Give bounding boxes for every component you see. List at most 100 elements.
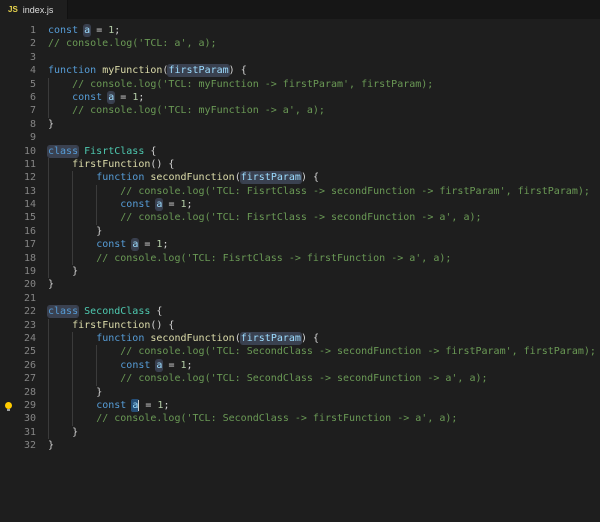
line-number[interactable]: 14 [0, 198, 36, 211]
line-number[interactable]: 4 [0, 64, 36, 77]
code-line[interactable]: 9 [0, 131, 600, 144]
line-number[interactable]: 15 [0, 211, 36, 224]
code-line[interactable]: 13 // console.log('TCL: FisrtClass -> se… [0, 185, 600, 198]
code-text: const a = 1; [36, 399, 169, 412]
code-line[interactable]: 30 // console.log('TCL: SecondClass -> f… [0, 412, 600, 425]
code-text: // console.log('TCL: FisrtClass -> secon… [36, 185, 590, 198]
indent-guide [72, 412, 96, 425]
line-number[interactable]: 13 [0, 185, 36, 198]
token: myFunction [102, 65, 163, 77]
line-number[interactable]: 27 [0, 372, 36, 385]
code-text: const a = 1; [36, 91, 144, 104]
code-line[interactable]: 24 function secondFunction(firstParam) { [0, 332, 600, 345]
code-line[interactable]: 31 } [0, 426, 600, 439]
token: class [48, 145, 79, 157]
code-line[interactable]: 28 } [0, 386, 600, 399]
line-number[interactable]: 18 [0, 252, 36, 265]
code-line[interactable]: 6 const a = 1; [0, 91, 600, 104]
token: // console.log('TCL: a', a); [48, 38, 217, 50]
line-number[interactable]: 30 [0, 412, 36, 425]
code-line[interactable]: 27 // console.log('TCL: SecondClass -> s… [0, 372, 600, 385]
token: // console.log('TCL: SecondClass -> seco… [120, 373, 488, 385]
line-number[interactable]: 6 [0, 91, 36, 104]
code-text: } [36, 118, 54, 131]
indent-guide [48, 372, 72, 385]
code-line[interactable]: 3 [0, 51, 600, 64]
line-number[interactable]: 21 [0, 292, 36, 305]
indent-guide [72, 238, 96, 251]
code-line[interactable]: 20} [0, 278, 600, 291]
code-line[interactable]: 5 // console.log('TCL: myFunction -> fir… [0, 78, 600, 91]
line-number[interactable]: 3 [0, 51, 36, 64]
code-line[interactable]: 25 // console.log('TCL: SecondClass -> s… [0, 345, 600, 358]
line-number[interactable]: 28 [0, 386, 36, 399]
line-number[interactable]: 19 [0, 265, 36, 278]
code-line[interactable]: 19 } [0, 265, 600, 278]
code-line[interactable]: 2 // console.log('TCL: a', a); [0, 37, 600, 50]
code-line[interactable]: 11 firstFunction() { [0, 158, 600, 171]
code-text: const a = 1; [36, 24, 120, 37]
code-text: } [36, 225, 102, 238]
indent-guide [48, 78, 72, 91]
line-number[interactable]: 11 [0, 158, 36, 171]
indent-guide [72, 171, 96, 184]
code-line[interactable]: 4 function myFunction(firstParam) { [0, 64, 600, 77]
line-number[interactable]: 2 [0, 37, 36, 50]
line-number[interactable]: 31 [0, 426, 36, 439]
line-number[interactable]: 9 [0, 131, 36, 144]
code-line[interactable]: 26 const a = 1; [0, 359, 600, 372]
indent-guide [48, 345, 72, 358]
line-number[interactable]: 26 [0, 359, 36, 372]
code-line[interactable]: 12 function secondFunction(firstParam) { [0, 171, 600, 184]
token: const [72, 91, 103, 103]
line-number[interactable]: 16 [0, 225, 36, 238]
code-line[interactable]: 21 [0, 292, 600, 305]
line-number[interactable]: 8 [0, 118, 36, 131]
token: firstParam [168, 65, 229, 77]
code-text: } [36, 265, 78, 278]
code-text: function myFunction(firstParam) { [36, 64, 247, 77]
token: firstParam [240, 332, 301, 344]
code-line[interactable]: 18 // console.log('TCL: FisrtClass -> fi… [0, 252, 600, 265]
line-number[interactable]: 7 [0, 104, 36, 117]
code-text: // console.log('TCL: myFunction -> first… [36, 78, 433, 91]
line-number[interactable]: 32 [0, 439, 36, 452]
line-number[interactable]: 22 [0, 305, 36, 318]
line-number[interactable]: 1 [0, 24, 36, 37]
token: const [48, 25, 79, 36]
code-line[interactable]: 15 // console.log('TCL: FisrtClass -> se… [0, 211, 600, 224]
code-line[interactable]: 32} [0, 439, 600, 452]
code-line[interactable]: 17 const a = 1; [0, 238, 600, 251]
code-line[interactable]: 7 // console.log('TCL: myFunction -> a',… [0, 104, 600, 117]
line-number[interactable]: 10 [0, 145, 36, 158]
indent-guide [72, 345, 96, 358]
code-line[interactable]: 1 const a = 1; [0, 24, 600, 37]
code-line[interactable]: 22 class SecondClass { [0, 305, 600, 318]
code-text: } [36, 278, 54, 291]
line-number[interactable]: 20 [0, 278, 36, 291]
code-line[interactable]: 10 class FisrtClass { [0, 145, 600, 158]
code-line[interactable]: 14 const a = 1; [0, 198, 600, 211]
lightbulb-icon[interactable] [5, 401, 12, 411]
tab-indexjs[interactable]: JS index.js [0, 0, 69, 19]
code-line[interactable]: 8} [0, 118, 600, 131]
line-number[interactable]: 12 [0, 171, 36, 184]
token: // console.log('TCL: SecondClass -> seco… [120, 346, 596, 358]
code-line[interactable]: 16 } [0, 225, 600, 238]
code-line[interactable]: 29 const a = 1; [0, 399, 600, 412]
line-number[interactable]: 5 [0, 78, 36, 91]
line-number[interactable]: 23 [0, 319, 36, 332]
line-number[interactable]: 25 [0, 345, 36, 358]
code-line[interactable]: 23 firstFunction() { [0, 319, 600, 332]
indent-guide [48, 171, 72, 184]
line-number[interactable]: 24 [0, 332, 36, 345]
code-text: // console.log('TCL: SecondClass -> seco… [36, 372, 488, 385]
token: { [144, 145, 157, 157]
token: = [114, 91, 133, 103]
code-text: function secondFunction(firstParam) { [36, 171, 319, 184]
token: FisrtClass [84, 145, 145, 157]
line-number[interactable]: 17 [0, 238, 36, 251]
token: function [96, 172, 145, 184]
editor[interactable]: 1 const a = 1; 2// console.log('TCL: a', a… [0, 19, 600, 453]
